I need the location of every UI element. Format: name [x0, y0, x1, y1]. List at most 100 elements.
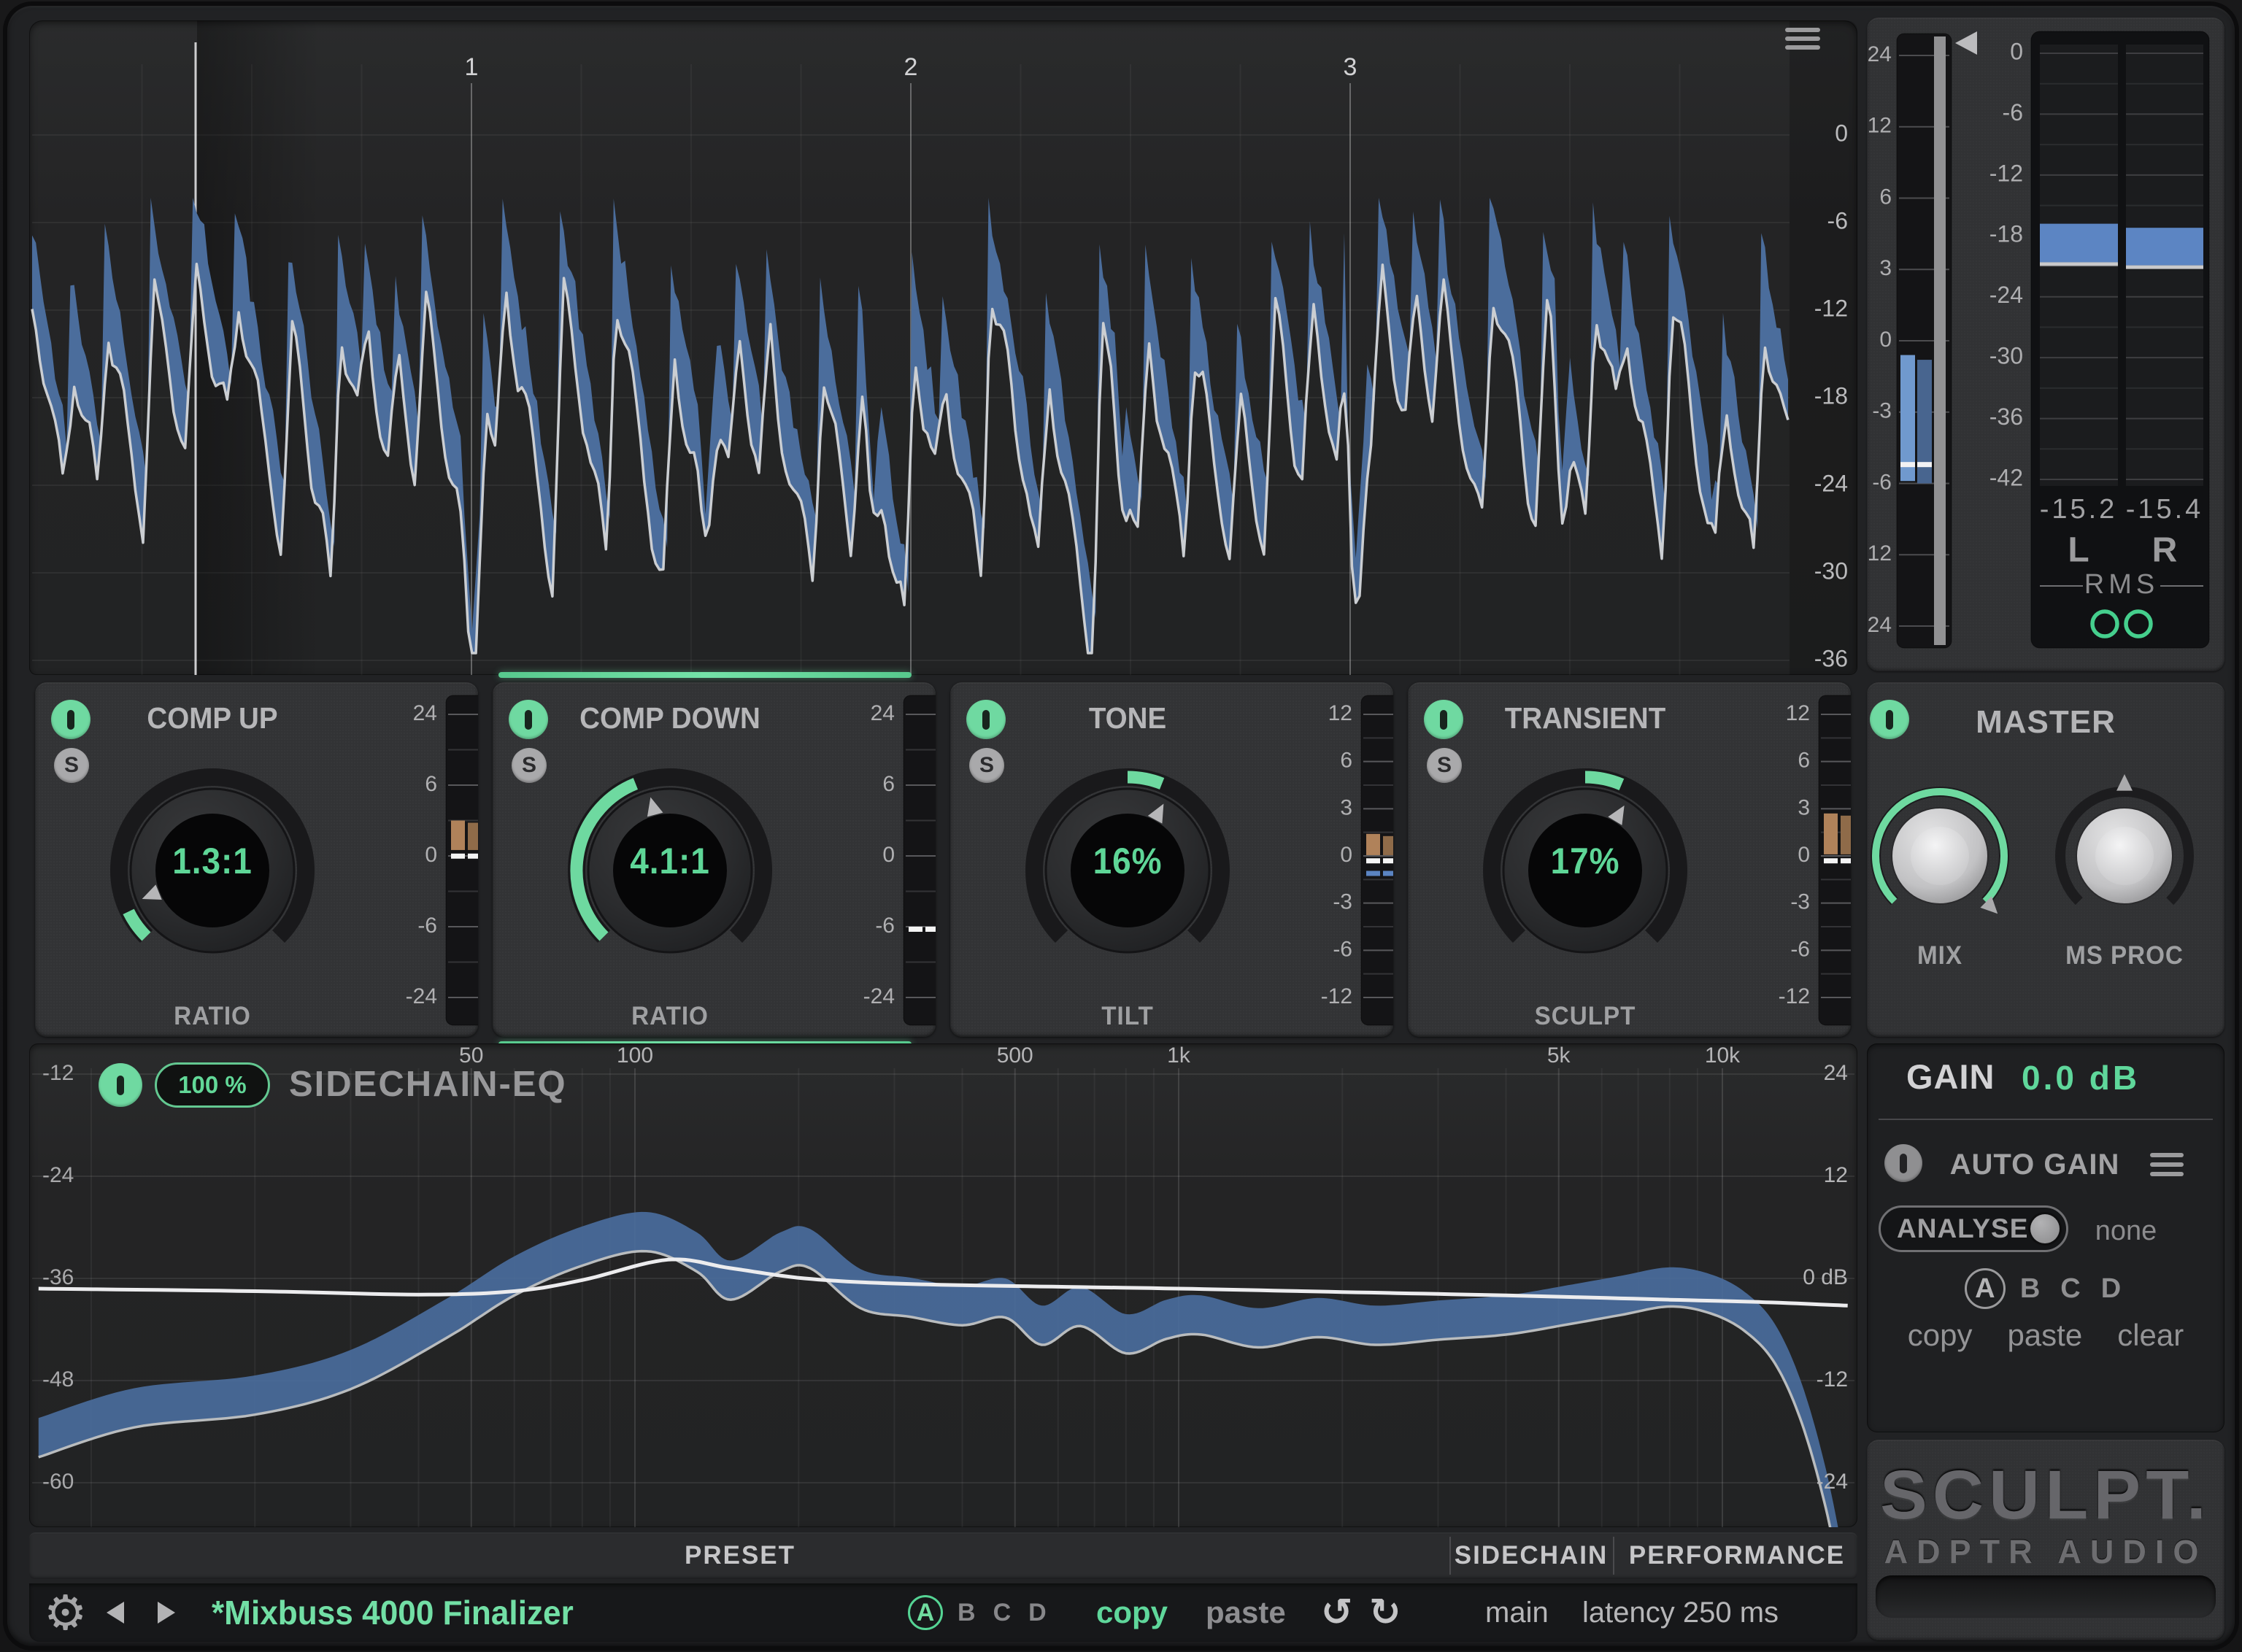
analyse-toggle[interactable]: ANALYSE: [1879, 1205, 2068, 1252]
sidechain-eq-display: 501005001k5k10k-12-24-36-48-6024120 dB-1…: [29, 1043, 1857, 1527]
svg-text:0: 0: [882, 843, 895, 867]
preset-button[interactable]: PRESET: [685, 1532, 796, 1579]
svg-text:-24: -24: [406, 984, 437, 1008]
svg-text:0: 0: [425, 843, 437, 867]
clear-button[interactable]: clear: [2117, 1318, 2184, 1353]
svg-text:12: 12: [1868, 114, 1892, 138]
svg-text:24: 24: [1868, 42, 1892, 66]
auto-gain-label[interactable]: AUTO GAIN: [1940, 1149, 2130, 1181]
svg-text:-36: -36: [1989, 404, 2023, 430]
svg-text:24: 24: [413, 701, 437, 725]
svg-text:-24: -24: [1814, 470, 1848, 496]
svg-text:-18: -18: [1814, 382, 1848, 409]
svg-text:-18: -18: [1989, 221, 2023, 247]
svg-text:-6: -6: [1872, 470, 1892, 494]
svg-text:-12: -12: [42, 1061, 74, 1085]
svg-text:3: 3: [1798, 795, 1810, 819]
svg-text:-42: -42: [1989, 464, 2023, 490]
svg-text:5k: 5k: [1547, 1043, 1571, 1068]
knob-value: 4.1:1: [576, 840, 764, 882]
svg-text:-12: -12: [1817, 1367, 1848, 1392]
sidechain-eq-amount[interactable]: 100 %: [155, 1062, 270, 1108]
svg-text:3: 3: [1340, 795, 1352, 819]
svg-text:0 dB: 0 dB: [1803, 1265, 1848, 1289]
slot-d[interactable]: D: [1028, 1599, 1047, 1627]
sidechain-button[interactable]: SIDECHAIN: [1455, 1532, 1609, 1579]
svg-text:-6: -6: [875, 914, 895, 938]
ab-slot-switcher: ABCD: [902, 1583, 1055, 1642]
auto-gain-power-icon[interactable]: [1884, 1144, 1922, 1182]
gain-slot-d[interactable]: D: [2101, 1273, 2121, 1305]
gain-divider: [1879, 1119, 2213, 1120]
master-meters-panel: 2412630-3-6-12-240-6-12-18-24-30-36-42-1…: [1867, 18, 2224, 671]
svg-text:-15.2: -15.2: [2040, 494, 2118, 525]
svg-text:3: 3: [1879, 256, 1892, 280]
prev-preset-button[interactable]: [107, 1583, 124, 1642]
svg-text:-60: -60: [42, 1470, 74, 1494]
param-label: RATIO: [88, 1002, 337, 1031]
mix-label: MIX: [1871, 941, 2009, 970]
analyse-toggle-knob[interactable]: [2030, 1214, 2060, 1243]
svg-text:10k: 10k: [1705, 1043, 1741, 1068]
knob-value: 1.3:1: [118, 840, 307, 882]
plugin-window: 1230-6-12-18-24-30-36 S COMP UP 2460-6-2…: [0, 0, 2242, 1652]
gain-value[interactable]: 0.0 dB: [2022, 1058, 2140, 1097]
slot-c[interactable]: C: [993, 1599, 1012, 1627]
analyse-value[interactable]: none: [2086, 1216, 2166, 1247]
redo-icon[interactable]: ↻: [1369, 1583, 1401, 1642]
svg-text:-3: -3: [1872, 399, 1892, 423]
footer-row: PRESET SIDECHAIN PERFORMANCE: [29, 1532, 1857, 1579]
svg-text:12: 12: [1786, 701, 1810, 725]
gain-slot-c[interactable]: C: [2060, 1273, 2080, 1305]
svg-text:6: 6: [1340, 749, 1352, 773]
svg-text:-36: -36: [1814, 645, 1848, 671]
sculpt-logo: SCULPT.: [1863, 1456, 2228, 1535]
undo-icon[interactable]: ↺: [1321, 1583, 1353, 1642]
sidechain-eq-title: SIDECHAIN-EQ: [289, 1064, 567, 1105]
paste-button[interactable]: paste: [2007, 1318, 2082, 1353]
copy-button[interactable]: copy: [1908, 1318, 1973, 1353]
slot-b[interactable]: B: [958, 1599, 976, 1627]
gain-actions: copy paste clear: [1867, 1315, 2224, 1356]
svg-text:-12: -12: [1779, 984, 1810, 1008]
svg-text:6: 6: [425, 772, 437, 796]
sidechain-eq-chart: 501005001k5k10k-12-24-36-48-6024120 dB-1…: [29, 1043, 1857, 1527]
gain-slot-a[interactable]: A: [1965, 1268, 2006, 1309]
gain-slot-b[interactable]: B: [2020, 1273, 2040, 1305]
svg-text:-15.4: -15.4: [2126, 494, 2204, 525]
sidechain-eq-power-icon[interactable]: [99, 1063, 142, 1107]
svg-text:-36: -36: [42, 1265, 74, 1289]
svg-text:24: 24: [871, 701, 895, 725]
status-bar: ⚙ *Mixbuss 4000 Finalizer ABCD copy past…: [29, 1583, 1857, 1642]
performance-button[interactable]: PERFORMANCE: [1629, 1532, 1845, 1579]
svg-text:-6: -6: [417, 914, 437, 938]
svg-text:-30: -30: [1814, 557, 1848, 584]
module-comp-up: S COMP UP 2460-6-24 1.3:1 RATIO: [35, 682, 478, 1037]
svg-text:0: 0: [1879, 328, 1892, 352]
footer-divider: [1449, 1537, 1451, 1575]
analyse-label: ANALYSE: [1897, 1213, 2028, 1244]
svg-text:-48: -48: [42, 1367, 74, 1392]
slot-a[interactable]: A: [908, 1595, 943, 1630]
svg-text:24: 24: [1824, 1061, 1848, 1085]
preset-name[interactable]: *Mixbuss 4000 Finalizer: [212, 1583, 588, 1642]
paste-button[interactable]: paste: [1206, 1583, 1286, 1642]
copy-button[interactable]: copy: [1096, 1583, 1168, 1642]
svg-text:3: 3: [1344, 53, 1357, 81]
auto-gain-menu-icon[interactable]: [2150, 1153, 2184, 1176]
waveform-menu-icon[interactable]: [1785, 28, 1820, 50]
svg-text:1k: 1k: [1167, 1043, 1191, 1068]
param-label: TILT: [1003, 1002, 1252, 1031]
svg-text:0: 0: [1798, 843, 1810, 867]
settings-gear-icon[interactable]: ⚙: [44, 1583, 87, 1642]
svg-text:-6: -6: [1827, 207, 1848, 233]
view-selector[interactable]: main: [1485, 1583, 1549, 1642]
param-label: RATIO: [545, 1002, 795, 1031]
svg-text:6: 6: [882, 772, 895, 796]
waveform-chart: 1230-6-12-18-24-30-36: [29, 20, 1857, 675]
svg-text:500: 500: [997, 1043, 1033, 1068]
svg-text:L: L: [2068, 531, 2089, 570]
gain-slot-switcher: ABCD: [1867, 1267, 2224, 1311]
master-knobs[interactable]: [1867, 682, 2224, 1037]
next-preset-button[interactable]: [158, 1583, 175, 1642]
